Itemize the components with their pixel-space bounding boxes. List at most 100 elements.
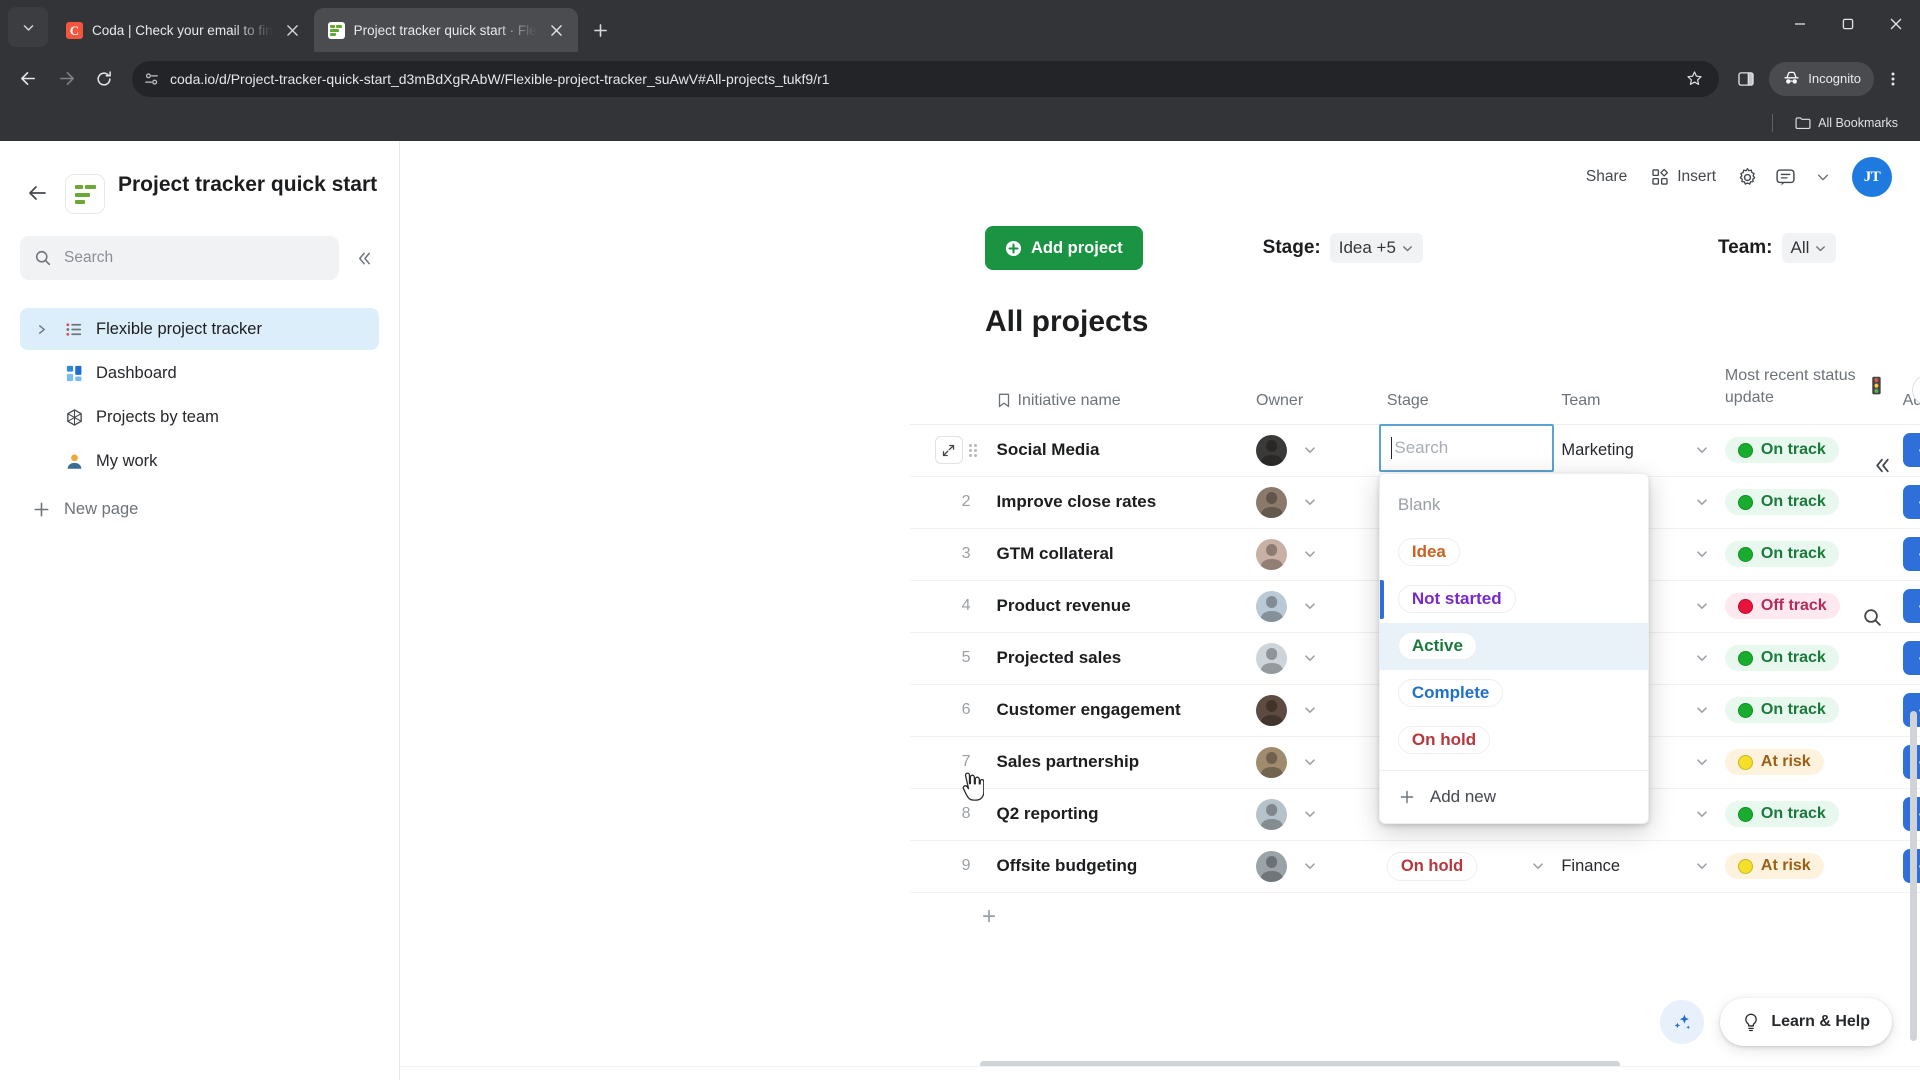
doc-icon[interactable] (65, 174, 105, 214)
cell-status[interactable]: On track (1716, 424, 1895, 477)
close-icon[interactable] (282, 19, 304, 41)
chevron-down-icon[interactable] (1695, 755, 1709, 769)
search-input[interactable]: Search (20, 236, 339, 280)
avatar[interactable] (1256, 590, 1288, 622)
ai-assistant-button[interactable] (1660, 1000, 1704, 1044)
cell-owner[interactable] (1248, 788, 1379, 841)
chevron-down-icon[interactable] (1303, 495, 1317, 509)
cell-status[interactable]: On track (1716, 632, 1895, 685)
cell-status[interactable]: On track (1716, 476, 1895, 529)
cell-stage[interactable]: On hold (1378, 840, 1554, 893)
dropdown-option-blank[interactable]: Blank (1380, 482, 1648, 529)
chevron-down-icon[interactable] (1695, 599, 1709, 613)
side-panel-icon[interactable] (1729, 62, 1763, 96)
share-button[interactable]: Share (1576, 161, 1637, 193)
chevron-down-icon[interactable] (1695, 807, 1709, 821)
header-stage[interactable]: Stage (1378, 361, 1554, 425)
cell-initiative-name[interactable]: Sales partnership (988, 736, 1249, 789)
back-arrow-icon[interactable] (24, 179, 52, 207)
dropdown-option-active[interactable]: Active (1379, 622, 1648, 670)
cell-add-status-update[interactable]: +update (1894, 580, 1920, 633)
cell-add-status-update[interactable]: + update (1894, 424, 1920, 477)
sidebar-item-dashboard[interactable]: Dashboard (20, 352, 379, 394)
cell-initiative-name[interactable]: Projected sales (988, 632, 1249, 685)
close-icon[interactable] (1872, 0, 1920, 48)
avatar[interactable] (1256, 746, 1288, 778)
plus-icon[interactable]: + (920, 903, 996, 931)
stage-filter-select[interactable]: Idea +5 (1329, 233, 1423, 263)
chevron-down-icon[interactable] (1303, 599, 1317, 613)
stage-dropdown-menu[interactable]: Blank Idea Not started Active Complete O… (1378, 472, 1649, 824)
chevron-down-icon[interactable] (1695, 443, 1709, 457)
avatar[interactable] (1256, 538, 1288, 570)
cell-add-status-update[interactable]: +update (1894, 632, 1920, 685)
add-project-button[interactable]: Add project (985, 226, 1143, 270)
cell-initiative-name[interactable]: Improve close rates (988, 476, 1249, 529)
chevron-down-icon[interactable] (1695, 703, 1709, 717)
cell-owner[interactable] (1248, 840, 1379, 893)
incognito-chip[interactable]: Incognito (1769, 61, 1874, 96)
cell-owner[interactable] (1248, 424, 1379, 477)
tab-search-button[interactable] (8, 7, 48, 47)
insert-button[interactable]: Insert (1641, 161, 1726, 193)
gear-icon[interactable] (1730, 160, 1764, 194)
row-handle[interactable] (910, 424, 989, 477)
avatar[interactable] (1256, 798, 1288, 830)
sidebar-item-projects-by-team[interactable]: Projects by team (20, 396, 379, 438)
chevron-down-icon[interactable] (1303, 703, 1317, 717)
chevron-down-icon[interactable] (1303, 651, 1317, 665)
chevron-down-icon[interactable] (1695, 651, 1709, 665)
chevron-down-icon[interactable] (1303, 859, 1317, 873)
sidebar-item-my-work[interactable]: My work (20, 440, 379, 482)
cell-owner[interactable] (1248, 528, 1379, 581)
star-icon[interactable] (1677, 62, 1711, 96)
stage-search-input[interactable]: Search (1378, 423, 1554, 472)
cell-status[interactable]: On track (1716, 528, 1895, 581)
avatar[interactable] (1256, 642, 1288, 674)
cell-initiative-name[interactable]: Customer engagement (988, 684, 1249, 737)
all-bookmarks-button[interactable]: All Bookmarks (1787, 112, 1906, 134)
cell-initiative-name[interactable]: GTM collateral (988, 528, 1249, 581)
browser-tab-coda[interactable]: C Coda | Check your email to fin (52, 8, 314, 52)
cell-initiative-name[interactable]: Social Media (988, 424, 1249, 477)
chevron-down-icon[interactable] (1531, 859, 1545, 873)
dropdown-option-on-hold[interactable]: On hold (1380, 717, 1648, 764)
cell-add-status-update[interactable]: +update (1894, 476, 1920, 529)
avatar[interactable]: JT (1852, 157, 1892, 197)
cell-initiative-name[interactable]: Q2 reporting (988, 788, 1249, 841)
header-initiative-name[interactable]: Initiative name (988, 361, 1249, 425)
dropdown-option-complete[interactable]: Complete (1380, 670, 1648, 717)
avatar[interactable] (1256, 694, 1288, 726)
add-update-button[interactable]: + update (1902, 433, 1920, 468)
table-row[interactable]: Social Media Search Blank Idea Not start… (910, 423, 1920, 824)
cell-status[interactable]: On track (1716, 684, 1895, 737)
cell-initiative-name[interactable]: Offsite budgeting (988, 840, 1249, 893)
back-arrow-icon[interactable] (10, 61, 46, 97)
minimize-icon[interactable] (1776, 0, 1824, 48)
chevron-down-icon[interactable] (1695, 547, 1709, 561)
dropdown-option-not-started[interactable]: Not started (1379, 576, 1648, 623)
add-update-button[interactable]: +update (1902, 641, 1920, 676)
chevron-down-icon[interactable] (1303, 443, 1317, 457)
add-update-button[interactable]: +update (1902, 537, 1920, 572)
collapse-sidebar-button[interactable] (349, 243, 379, 273)
add-row-button[interactable]: + (910, 893, 1920, 941)
cell-owner[interactable] (1248, 580, 1379, 633)
dropdown-option-idea[interactable]: Idea (1380, 529, 1648, 576)
avatar[interactable] (1256, 850, 1288, 882)
drag-handle-icon[interactable] (968, 443, 981, 457)
chevron-down-icon[interactable] (1695, 495, 1709, 509)
cell-status[interactable]: At risk (1716, 736, 1895, 789)
header-team[interactable]: Team (1553, 361, 1717, 425)
new-tab-button[interactable] (584, 13, 618, 47)
address-bar[interactable]: coda.io/d/Project-tracker-quick-start_d3… (132, 60, 1720, 97)
header-owner[interactable]: Owner (1248, 361, 1379, 425)
add-update-button[interactable]: +update (1902, 589, 1920, 624)
chevron-down-icon[interactable] (1806, 160, 1840, 194)
kebab-menu-icon[interactable] (1876, 62, 1910, 96)
cell-owner[interactable] (1248, 476, 1379, 529)
cell-owner[interactable] (1248, 736, 1379, 789)
table-row[interactable]: 9 Offsite budgeting On hold Finance At r… (910, 840, 1920, 893)
chevron-right-icon[interactable] (30, 324, 52, 335)
dropdown-add-new-button[interactable]: Add new (1380, 771, 1648, 823)
